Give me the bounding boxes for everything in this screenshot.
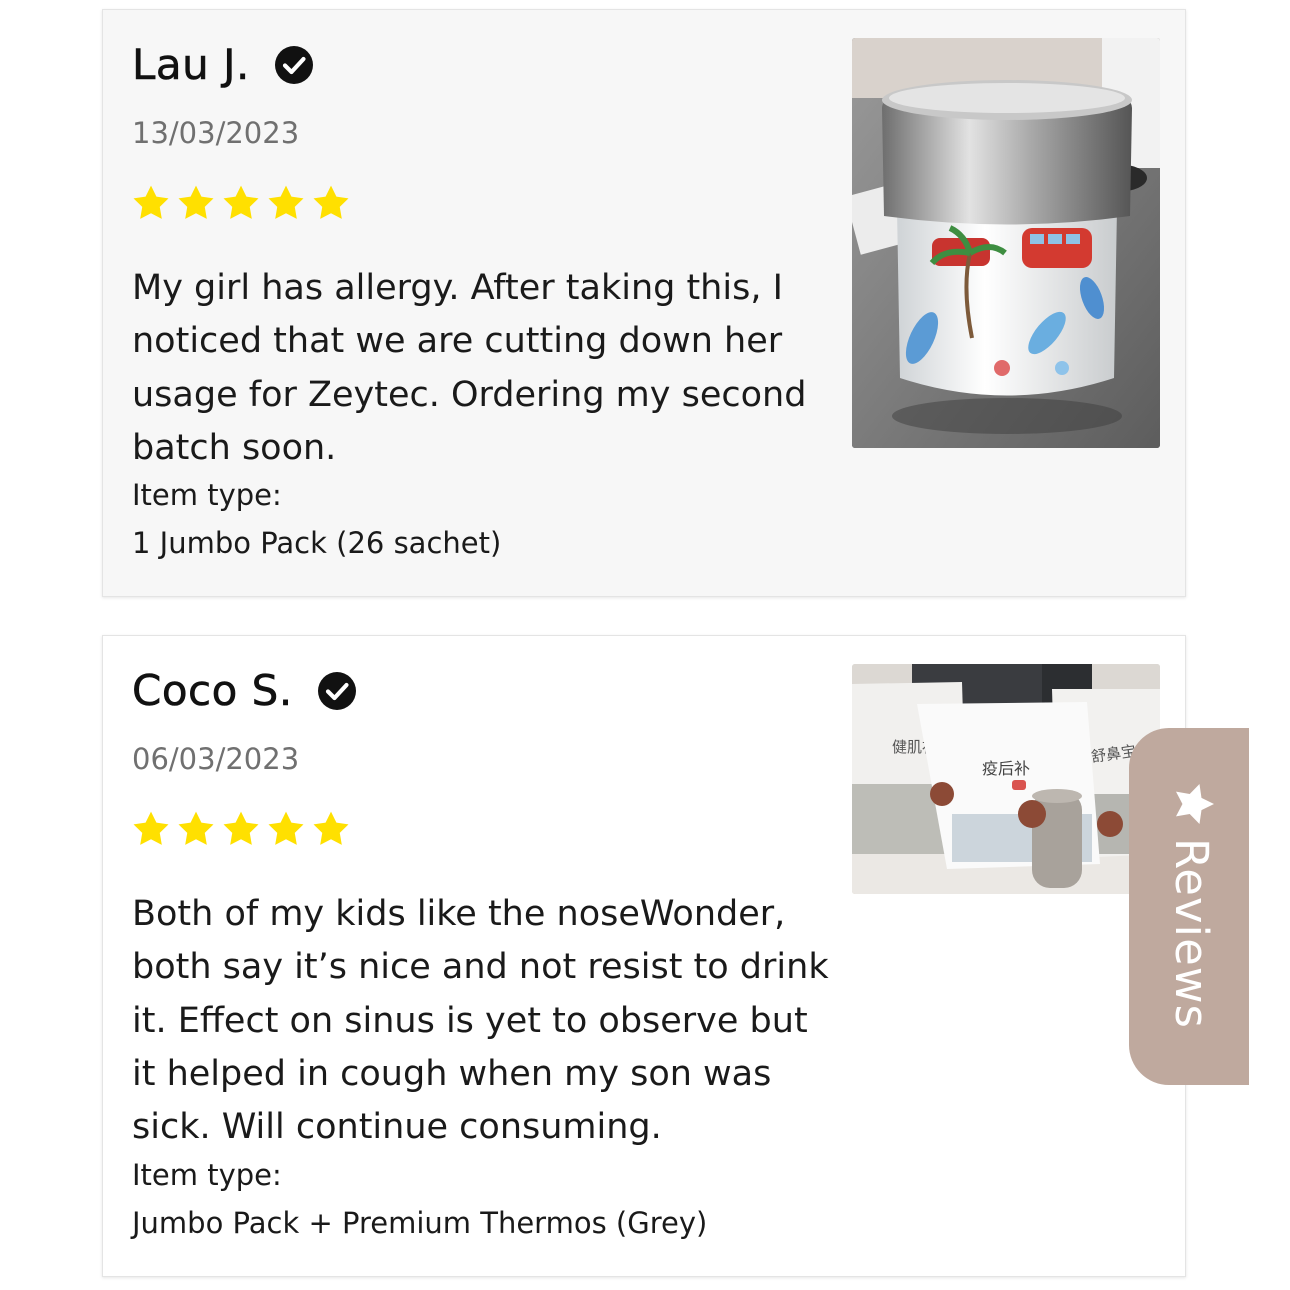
item-type-value: Jumbo Pack + Premium Thermos (Grey)	[132, 1206, 708, 1240]
star-icon	[268, 185, 304, 219]
star-rating	[130, 809, 352, 851]
star-icon	[313, 185, 349, 219]
review-card: Coco S. 06/03/2023 Both of my kids like …	[102, 635, 1186, 1277]
package-label: 疫后补	[982, 759, 1030, 778]
reviewer-name: Lau J.	[132, 40, 250, 90]
star-icon	[223, 811, 259, 845]
verified-badge-icon	[317, 671, 356, 710]
star-icon	[313, 811, 349, 845]
star-icon	[178, 185, 214, 219]
review-photo[interactable]	[852, 38, 1160, 448]
verified-badge-icon	[274, 45, 313, 84]
star-icon	[133, 185, 169, 219]
reviewer-header: Lau J.	[132, 40, 314, 89]
review-date: 13/03/2023	[132, 116, 300, 150]
star-icon	[223, 185, 259, 219]
star-rating	[130, 183, 352, 225]
reviews-side-tab[interactable]: Reviews	[1129, 728, 1249, 1085]
review-photo[interactable]: 健肌补 舒鼻宝 疫后补	[852, 664, 1160, 894]
star-icon	[1176, 784, 1214, 824]
review-body: My girl has allergy. After taking this, …	[132, 268, 807, 468]
item-type-label: Item type:	[132, 1158, 282, 1192]
reviewer-header: Coco S.	[132, 666, 357, 715]
star-icon	[268, 811, 304, 845]
reviews-tab-label: Reviews	[1165, 838, 1218, 1029]
review-body: Both of my kids like the noseWonder, bot…	[132, 894, 829, 1148]
reviewer-name: Coco S.	[132, 666, 293, 716]
item-type-value: 1 Jumbo Pack (26 sachet)	[132, 526, 502, 560]
review-card: Lau J. 13/03/2023 My girl has allergy. A…	[102, 9, 1186, 597]
star-icon	[178, 811, 214, 845]
item-type-label: Item type:	[132, 478, 282, 512]
review-date: 06/03/2023	[132, 742, 300, 776]
star-icon	[133, 811, 169, 845]
